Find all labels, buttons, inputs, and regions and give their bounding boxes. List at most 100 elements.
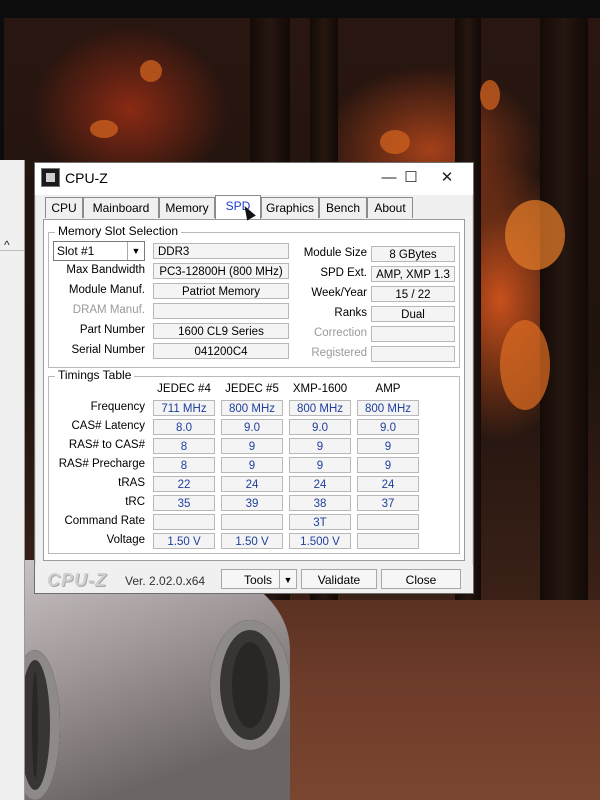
tab-graphics[interactable]: Graphics [261, 197, 319, 218]
label-registered: Registered [311, 347, 367, 359]
correction-field [371, 326, 455, 342]
leaf [140, 60, 162, 82]
timings-column-header: XMP-1600 [292, 383, 348, 395]
timings-row-label: RAS# to CAS# [68, 439, 145, 451]
timings-row-label: Frequency [90, 401, 145, 413]
dram-manuf-field [153, 303, 289, 319]
timings-cell: 22 [153, 476, 215, 492]
memory-type-field: DDR3 [153, 243, 289, 259]
maximize-button[interactable]: ☐ [399, 168, 423, 188]
serial-number-field: 041200C4 [153, 343, 289, 359]
timings-cell [153, 514, 215, 530]
timings-cell: 1.50 V [221, 533, 283, 549]
timings-cell: 800 MHz [289, 400, 351, 416]
timings-row-label: Command Rate [64, 515, 145, 527]
timings-cell: 37 [357, 495, 419, 511]
timings-row-label: Voltage [106, 534, 145, 546]
slot-select-value: Slot #1 [57, 244, 95, 258]
label-module-size: Module Size [303, 247, 367, 259]
tools-dropdown-icon[interactable]: ▼ [279, 569, 297, 589]
leaf [90, 120, 118, 138]
leaf [380, 130, 410, 154]
cpuz-app-icon [41, 168, 60, 187]
timings-cell: 9.0 [289, 419, 351, 435]
label-spd-ext: SPD Ext. [320, 267, 367, 279]
part-number-field: 1600 CL9 Series [153, 323, 289, 339]
title-bar[interactable]: CPU-Z — ☐ ✕ [35, 163, 473, 195]
minimize-button[interactable]: — [377, 168, 401, 188]
timings-row-label: CAS# Latency [71, 420, 145, 432]
module-manuf-field: Patriot Memory [153, 283, 289, 299]
close-window-button[interactable]: ✕ [435, 168, 459, 188]
timings-cell: 9.0 [357, 419, 419, 435]
timings-row-label: tRAS [118, 477, 145, 489]
timings-cell: 38 [289, 495, 351, 511]
memory-slot-group: Memory Slot Selection Slot #1 ▼ DDR3 Max… [48, 224, 460, 368]
timings-row-label: RAS# Precharge [58, 458, 145, 470]
timings-cell: 8.0 [153, 419, 215, 435]
timings-cell: 800 MHz [221, 400, 283, 416]
tab-about[interactable]: About [367, 197, 413, 218]
timings-cell: 9 [221, 457, 283, 473]
spd-ext-field: AMP, XMP 1.3 [371, 266, 455, 282]
label-ranks: Ranks [334, 307, 367, 319]
slot-select[interactable]: Slot #1 ▼ [53, 241, 145, 261]
timings-column-header: JEDEC #4 [157, 383, 211, 395]
dropdown-arrow-icon[interactable]: ▼ [127, 242, 144, 260]
timings-cell: 800 MHz [357, 400, 419, 416]
label-serial-number: Serial Number [71, 344, 146, 356]
timings-cell [357, 514, 419, 530]
spd-tab-panel: Memory Slot Selection Slot #1 ▼ DDR3 Max… [43, 219, 465, 561]
tab-mainboard[interactable]: Mainboard [83, 197, 159, 218]
timings-cell: 39 [221, 495, 283, 511]
timings-cell: 9 [357, 438, 419, 454]
timings-cell: 711 MHz [153, 400, 215, 416]
label-week-year: Week/Year [311, 287, 367, 299]
divider [0, 250, 24, 251]
timings-cell: 24 [221, 476, 283, 492]
tree-trunk [540, 0, 588, 640]
timings-cell: 9 [357, 457, 419, 473]
timings-cell: 24 [289, 476, 351, 492]
monitor-bezel [0, 0, 600, 18]
week-year-field: 15 / 22 [371, 286, 455, 302]
label-correction: Correction [313, 327, 367, 339]
timings-cell: 8 [153, 438, 215, 454]
max-bandwidth-field: PC3-12800H (800 MHz) [153, 263, 289, 279]
timings-column-header: AMP [375, 383, 401, 395]
tab-bench[interactable]: Bench [319, 197, 367, 218]
window-title: CPU-Z [65, 170, 108, 186]
label-module-manuf: Module Manuf. [68, 284, 145, 296]
label-max-bandwidth: Max Bandwidth [66, 264, 145, 276]
timings-cell: 8 [153, 457, 215, 473]
group-title: Memory Slot Selection [55, 224, 182, 238]
timings-cell: 3T [289, 514, 351, 530]
timings-table-group: Timings Table JEDEC #4 JEDEC #5 XMP-1600… [48, 368, 460, 554]
timings-cell [357, 533, 419, 549]
timings-cell: 9 [289, 438, 351, 454]
group-title: Timings Table [55, 368, 135, 382]
timings-cell [221, 514, 283, 530]
timings-cell: 9.0 [221, 419, 283, 435]
label-part-number: Part Number [79, 324, 145, 336]
tab-memory[interactable]: Memory [159, 197, 215, 218]
module-size-field: 8 GBytes [371, 246, 455, 262]
timings-cell: 9 [289, 457, 351, 473]
window-footer: CPU-Z Ver. 2.02.0.x64 Tools ▼ Validate C… [35, 565, 473, 593]
ranks-field: Dual [371, 306, 455, 322]
cpuz-logo: CPU-Z [47, 570, 107, 590]
close-button[interactable]: Close [381, 569, 461, 589]
background-window: ^ [0, 160, 25, 800]
registered-field [371, 346, 455, 362]
validate-button[interactable]: Validate [301, 569, 377, 589]
leaf [505, 200, 565, 270]
leaf [480, 80, 500, 110]
timings-column-header: JEDEC #5 [225, 383, 279, 395]
timings-cell: 35 [153, 495, 215, 511]
car-wheel [210, 620, 290, 750]
version-label: Ver. 2.02.0.x64 [125, 574, 206, 588]
leaf [500, 320, 550, 410]
timings-cell: 1.50 V [153, 533, 215, 549]
tab-cpu[interactable]: CPU [45, 197, 83, 218]
timings-cell: 1.500 V [289, 533, 351, 549]
